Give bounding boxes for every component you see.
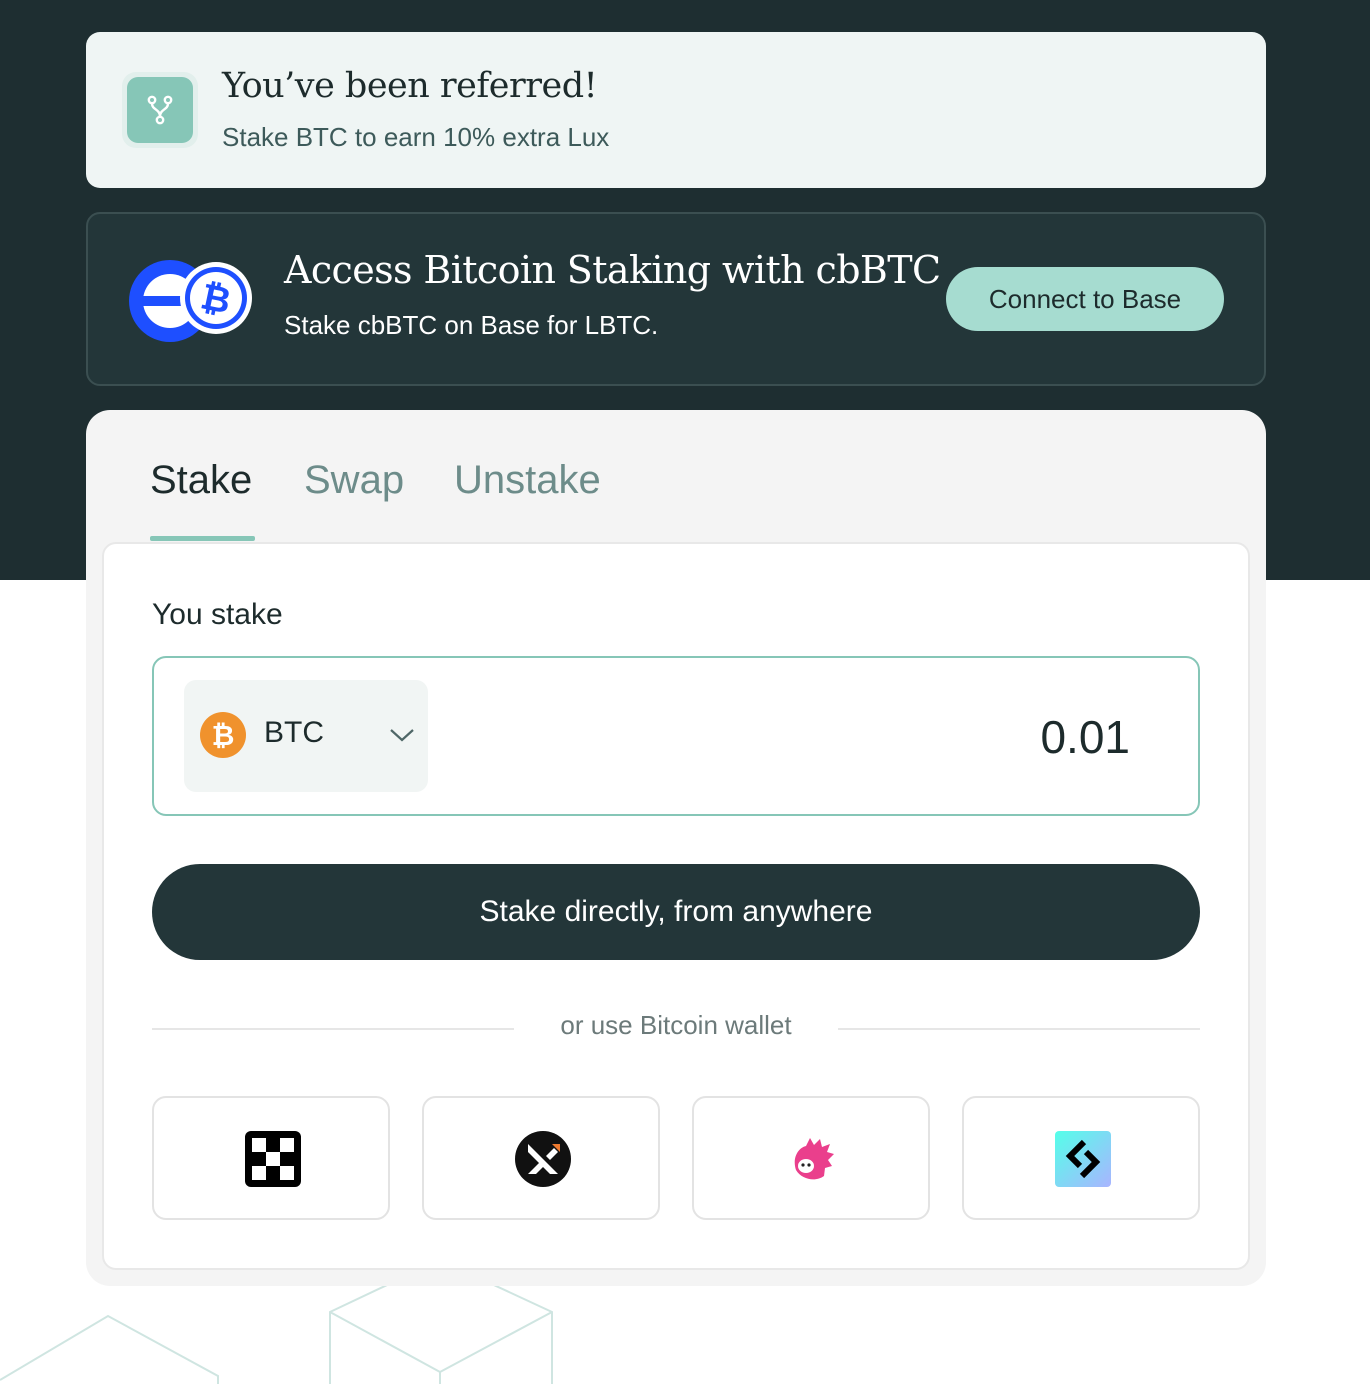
bitget-wallet-button[interactable] (962, 1096, 1200, 1220)
xverse-wallet-button[interactable] (422, 1096, 660, 1220)
okx-wallet-icon (245, 1131, 301, 1187)
referral-card: You’ve been referred! Stake BTC to earn … (86, 32, 1266, 188)
token-label: BTC (264, 716, 324, 749)
unisat-wallet-button[interactable] (692, 1096, 930, 1220)
referral-icon-box (122, 72, 198, 148)
cbbtc-logos: ₿ (129, 260, 252, 342)
stake-form-card: You stake ₿ BTC Stake directly, from any… (102, 542, 1250, 1270)
okx-wallet-button[interactable] (152, 1096, 390, 1220)
unisat-wallet-icon (794, 1138, 834, 1180)
bitcoin-icon: ₿ (200, 712, 246, 758)
divider-right (838, 1028, 1200, 1030)
connect-to-base-button[interactable]: Connect to Base (946, 267, 1224, 331)
divider-text: or use Bitcoin wallet (560, 1010, 792, 1040)
bitget-wallet-icon (1055, 1131, 1111, 1187)
fork-icon (147, 95, 173, 125)
referral-subtitle: Stake BTC to earn 10% extra Lux (222, 122, 610, 152)
staking-panel: Stake Swap Unstake You stake ₿ BTC Stake… (86, 410, 1266, 1286)
tab-unstake[interactable]: Unstake (454, 458, 601, 503)
banner-subtitle: Stake cbBTC on Base for LBTC. (284, 310, 659, 340)
chevron-down-icon (390, 729, 414, 742)
token-select[interactable]: ₿ BTC (184, 680, 428, 792)
svg-text:₿: ₿ (212, 719, 235, 752)
cbbtc-bitcoin-icon: ₿ (180, 262, 252, 334)
stake-amount-field: ₿ BTC (152, 656, 1200, 816)
referral-title: You’ve been referred! (222, 66, 598, 106)
you-stake-label: You stake (152, 598, 283, 631)
banner-title: Access Bitcoin Staking with cbBTC (284, 248, 941, 292)
cbbtc-banner: ₿ Access Bitcoin Staking with cbBTC Stak… (86, 212, 1266, 386)
stake-amount-input[interactable] (630, 710, 1130, 764)
xverse-wallet-icon (515, 1131, 571, 1187)
tab-stake[interactable]: Stake (150, 458, 252, 503)
tab-swap[interactable]: Swap (304, 458, 404, 503)
active-tab-indicator (150, 536, 255, 541)
decorative-cubes (0, 1280, 553, 1384)
stake-directly-button[interactable]: Stake directly, from anywhere (152, 864, 1200, 960)
